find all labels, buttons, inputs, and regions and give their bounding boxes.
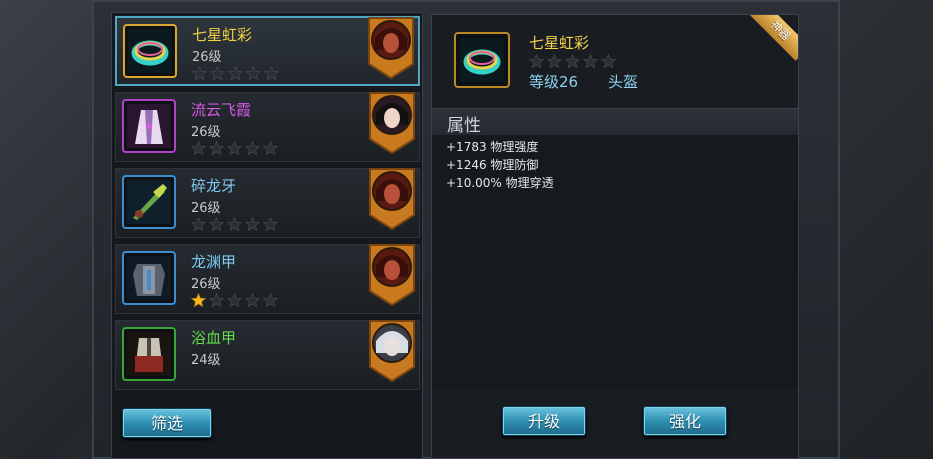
filter-button[interactable]: 筛选 xyxy=(122,408,212,438)
detail-item-level: 等级26 xyxy=(529,73,579,91)
star-rating xyxy=(191,293,278,308)
equipment-list-item[interactable]: 碎龙牙 26级 xyxy=(115,168,420,238)
item-name: 碎龙牙 xyxy=(191,177,237,195)
rainbow-ring-icon xyxy=(454,32,510,88)
item-name: 七星虹彩 xyxy=(192,26,253,44)
item-name: 龙渊甲 xyxy=(191,253,237,271)
detail-item-slot: 头盔 xyxy=(608,73,639,91)
equipment-detail-panel: 神器 七星虹彩 等级26 头盔 属性 +1783 物理强度 +1246 物理防御 +… xyxy=(431,14,799,459)
blood-armor-icon xyxy=(122,327,176,381)
item-name: 浴血甲 xyxy=(191,329,237,347)
equipment-list-item[interactable]: 流云飞霞 26级 xyxy=(115,92,420,162)
equipment-list-item[interactable]: 七星虹彩 26级 xyxy=(115,16,420,86)
item-level: 26级 xyxy=(192,50,222,65)
detail-star-rating xyxy=(529,54,616,69)
equipment-list-item[interactable]: 龙渊甲 26级 xyxy=(115,244,420,314)
attribute-line: +10.00% 物理穿透 xyxy=(446,176,554,190)
equipment-list-panel: 七星虹彩 26级 流云飞霞 26级 碎龙牙 26级 龙渊甲 26级 浴血甲 24… xyxy=(111,12,423,459)
attribute-line: +1783 物理强度 xyxy=(446,140,539,154)
item-level: 26级 xyxy=(191,201,221,216)
attributes-title: 属性 xyxy=(447,116,481,136)
attributes-header: 属性 xyxy=(432,108,798,136)
attribute-line: +1246 物理防御 xyxy=(446,158,539,172)
star-rating xyxy=(191,141,278,156)
item-level: 24级 xyxy=(191,353,221,368)
rainbow-ring-icon xyxy=(123,24,177,78)
enhance-button[interactable]: 强化 xyxy=(643,406,727,436)
star-rating xyxy=(192,66,279,81)
upgrade-button[interactable]: 升级 xyxy=(502,406,586,436)
artifact-ribbon: 神器 xyxy=(750,15,798,61)
detail-item-name: 七星虹彩 xyxy=(529,34,590,52)
armor-icon xyxy=(122,251,176,305)
item-level: 26级 xyxy=(191,125,221,140)
dragon-blade-icon xyxy=(122,175,176,229)
equipment-list-item[interactable]: 浴血甲 24级 xyxy=(115,320,420,390)
item-level: 26级 xyxy=(191,277,221,292)
attributes-list: +1783 物理强度 +1246 物理防御 +10.00% 物理穿透 xyxy=(446,138,554,192)
item-name: 流云飞霞 xyxy=(191,101,252,119)
star-rating xyxy=(191,217,278,232)
robe-icon xyxy=(122,99,176,153)
